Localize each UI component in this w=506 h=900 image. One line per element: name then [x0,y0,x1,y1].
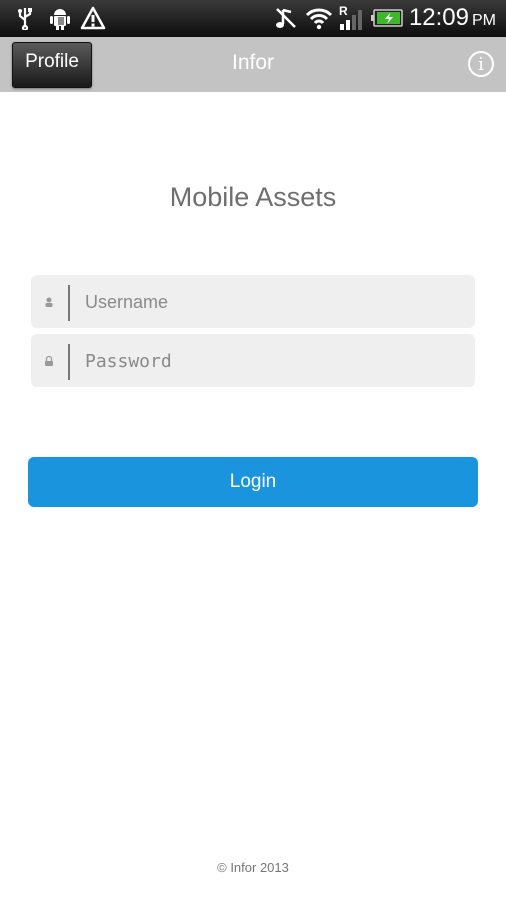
password-input[interactable] [83,342,467,380]
field-separator [68,285,70,321]
warning-icon [80,6,106,30]
wifi-icon [304,6,334,30]
android-debug-icon [48,6,72,30]
user-icon [44,295,54,307]
nav-title: Infor [231,51,275,74]
battery-charging-icon [370,6,404,30]
copyright-text: © Infor 2013 [217,860,289,875]
roaming-signal-icon: R [338,4,368,30]
lock-icon [44,354,54,366]
app-title: Mobile Assets [169,182,337,212]
clock: 12:09 PM [408,4,496,31]
navigation-bar: Profile Infor i [0,36,506,92]
info-icon[interactable]: i [468,51,494,77]
username-field [31,275,475,328]
status-bar: R 12:09 PM [0,0,506,36]
login-button[interactable]: Login [28,457,478,507]
password-field [31,334,475,387]
usb-icon [14,6,36,30]
svg-text:R: R [339,4,348,18]
field-separator [68,344,70,380]
music-muted-icon [274,6,298,30]
username-input[interactable] [83,283,467,321]
